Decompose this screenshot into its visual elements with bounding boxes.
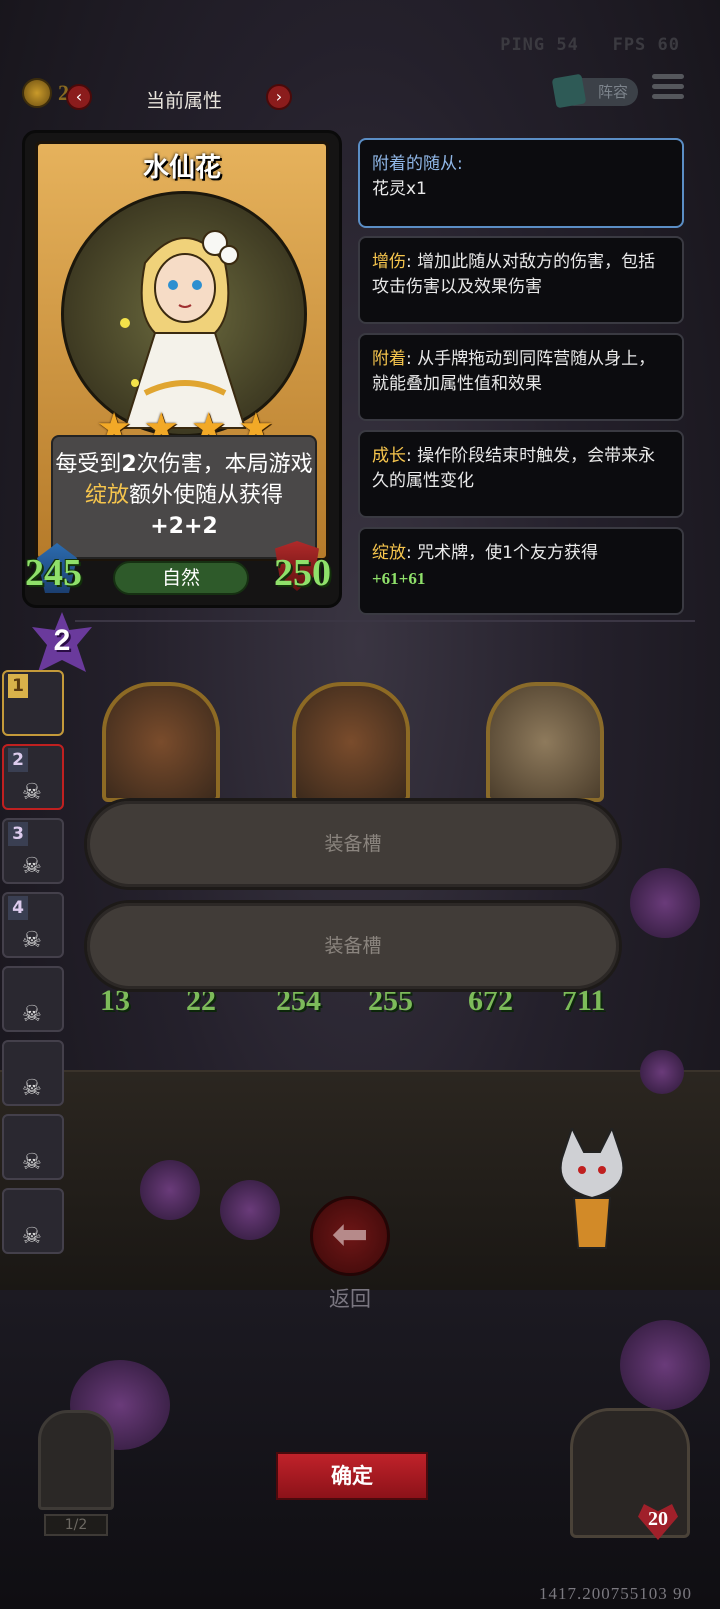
confirm-button[interactable]: 确定 (276, 1452, 428, 1500)
opponent-item[interactable]: ☠ (2, 1040, 64, 1106)
flower-decor (640, 1050, 684, 1094)
opponent-index: 1 (8, 674, 28, 698)
prev-arrow-button[interactable]: ‹ (66, 84, 92, 110)
left-portal[interactable] (38, 1410, 114, 1510)
opponent-item[interactable]: ☠ (2, 1114, 64, 1180)
opponent-item[interactable]: 1 (2, 670, 64, 736)
skull-icon: ☠ (22, 928, 42, 953)
coin-icon (22, 78, 52, 108)
bloom-panel: 绽放: 咒术牌，使1个友方获得 +61+61 (358, 527, 684, 615)
panel-text: : 咒术牌，使1个友方获得 (406, 543, 598, 563)
opponent-item[interactable]: ☠ (2, 1188, 64, 1254)
equip-slot[interactable]: 装备槽 (84, 798, 622, 890)
minion-slot[interactable] (102, 682, 220, 802)
wall-line (75, 620, 695, 622)
panel-text: : 增加此随从对敌方的伤害，包括攻击伤害以及效果伤害 (372, 252, 656, 297)
flower-decor (620, 1320, 710, 1410)
cat-mascot (559, 1128, 625, 1249)
hero-health: 20 (648, 1508, 668, 1530)
card-name: 水仙花 (142, 153, 221, 183)
panel-key: 成长 (372, 446, 406, 466)
equip-slot[interactable]: 装备槽 (84, 900, 622, 992)
skull-icon: ☠ (22, 1002, 42, 1027)
damage-boost-panel: 增伤: 增加此随从对敌方的伤害，包括攻击伤害以及效果伤害 (358, 236, 684, 324)
tribe-badge: 自然 (113, 561, 249, 595)
panel-key: 增伤 (372, 252, 406, 272)
panel-key: 附着 (372, 349, 406, 369)
panel-text: : 操作阶段结束时触发，会带来永久的属性变化 (372, 446, 656, 491)
skull-icon: ☠ (22, 1076, 42, 1101)
flower-decor (630, 868, 700, 938)
page-title: 当前属性 (145, 90, 222, 112)
ping-text: PING 54 (500, 35, 579, 55)
skull-icon: ☠ (22, 1150, 42, 1175)
opponent-item[interactable]: 4 ☠ (2, 892, 64, 958)
attack-value: 245 (25, 552, 82, 594)
opponent-item[interactable]: 2 ☠ (2, 744, 64, 810)
flower-decor (140, 1160, 200, 1220)
desc-text: 每受到 (55, 452, 122, 477)
desc-bonus: +2+2 (150, 514, 218, 539)
opponent-list: 1 2 ☠ 3 ☠ 4 ☠ ☠ ☠ ☠ ☠ (2, 670, 68, 1262)
desc-keyword: 绽放 (84, 483, 129, 508)
opponent-item[interactable]: 3 ☠ (2, 818, 64, 884)
opponent-index: 3 (8, 822, 28, 846)
fps-text: FPS 60 (612, 35, 680, 55)
flower-decor (220, 1180, 280, 1240)
skull-icon: ☠ (22, 1224, 42, 1249)
daffodil-portrait (120, 230, 247, 429)
minion-slot[interactable] (486, 682, 604, 802)
lineup-label: 阵容 (597, 83, 628, 101)
attach-panel: 附着: 从手牌拖动到同阵营随从身上，就能叠加属性值和效果 (358, 333, 684, 421)
desc-text: 次伤害，本局游戏 (136, 452, 313, 477)
desc-text: 额外使随从获得 (129, 483, 284, 508)
desc-number: 2 (121, 452, 137, 477)
coordinate-readout: 1417.200755103 90 (539, 1584, 692, 1603)
next-arrow-button[interactable]: › (266, 84, 292, 110)
back-button[interactable]: ⬅ (310, 1196, 390, 1276)
attached-minions-panel: 附着的随从: 花灵x1 (358, 138, 684, 228)
panel-bonus: +61+61 (372, 569, 426, 588)
opponent-item[interactable]: ☠ (2, 966, 64, 1032)
book-icon (551, 73, 587, 109)
health-value: 250 (274, 552, 331, 594)
panel-text: 花灵x1 (372, 179, 427, 199)
network-stats: PING 54 FPS 60 (500, 35, 680, 55)
skull-icon: ☠ (22, 854, 42, 879)
panel-key: 绽放 (372, 543, 406, 563)
skull-icon: ☠ (22, 780, 42, 805)
panel-text: : 从手牌拖动到同阵营随从身上，就能叠加属性值和效果 (372, 349, 656, 394)
arrow-left-icon: ⬅ (331, 1209, 369, 1260)
back-label: 返回 (329, 1287, 371, 1311)
opponent-index: 4 (8, 896, 28, 920)
tier-number: 2 (53, 624, 71, 657)
card-description: 每受到2次伤害，本局游戏绽放额外使随从获得 +2+2 (51, 435, 317, 559)
opponent-index: 2 (8, 748, 28, 772)
lineup-button[interactable]: 阵容 (551, 73, 638, 109)
menu-icon[interactable] (652, 74, 684, 104)
minion-card: 水仙花 ★ ★ ★ ★ 每受到2次伤害，本局游戏绽放额外使随从获得+2+2 24… (22, 130, 342, 608)
panel-key: 附着的随从: (372, 154, 463, 174)
growth-panel: 成长: 操作阶段结束时触发，会带来永久的属性变化 (358, 430, 684, 518)
page-indicator: 1/2 (44, 1514, 108, 1536)
minion-slot[interactable] (292, 682, 410, 802)
